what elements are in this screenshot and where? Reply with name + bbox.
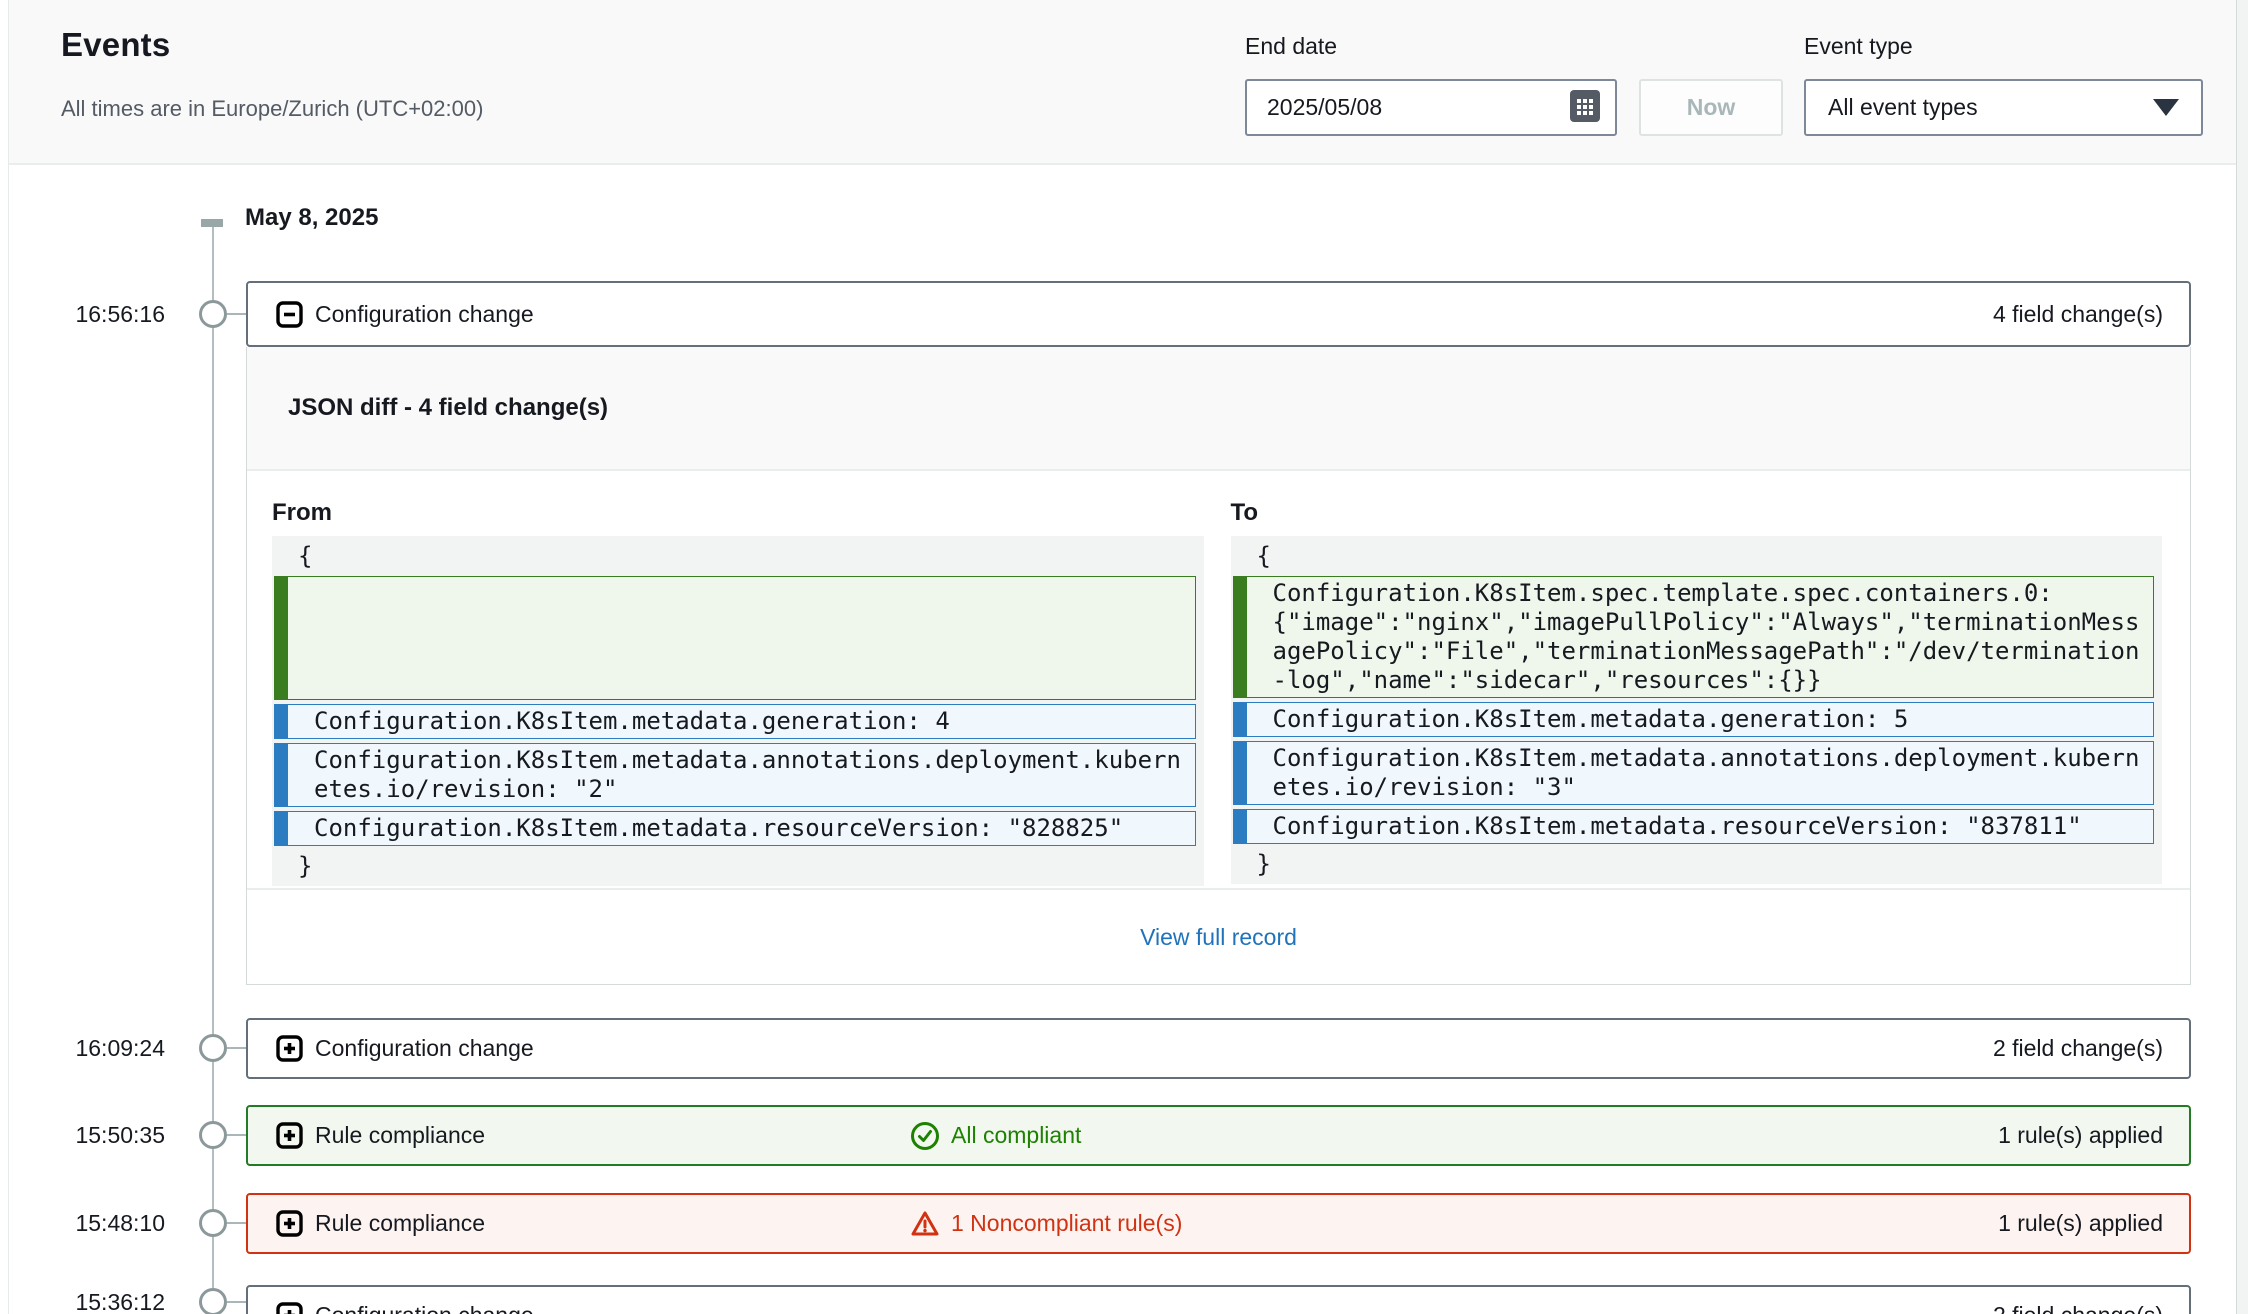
event-time: 15:36:12: [40, 1288, 165, 1314]
end-date-field[interactable]: [1245, 79, 1617, 136]
timeline-connector: [227, 1134, 246, 1136]
timeline-connector: [227, 1301, 246, 1303]
event-type-title: Configuration change: [315, 1302, 534, 1314]
expand-icon[interactable]: [276, 1035, 303, 1062]
vertical-scrollbar[interactable]: [2236, 0, 2248, 1314]
event-card-config-change[interactable]: Configuration change 2 field change(s): [246, 1018, 2191, 1079]
timezone-note: All times are in Europe/Zurich (UTC+02:0…: [61, 96, 483, 122]
event-type-title: Configuration change: [315, 301, 534, 328]
expand-icon[interactable]: [276, 1210, 303, 1237]
page-title: Events: [61, 26, 170, 64]
page-left-border: [8, 0, 9, 1314]
event-card-rule-compliance-ok[interactable]: Rule compliance All compliant 1 rule(s) …: [246, 1105, 2191, 1166]
timeline-dot: [199, 1034, 227, 1062]
timeline-connector: [227, 313, 246, 315]
timeline-dot: [199, 1209, 227, 1237]
event-type-title: Configuration change: [315, 1035, 534, 1062]
event-type-title: Rule compliance: [315, 1122, 485, 1149]
now-button[interactable]: Now: [1639, 79, 1783, 136]
event-type-select[interactable]: All event types: [1804, 79, 2203, 136]
to-label: To: [1231, 499, 2163, 527]
timeline-line: [212, 224, 214, 1314]
compliance-status: All compliant: [910, 1121, 1081, 1151]
diff-row-added-empty: [274, 576, 1196, 700]
check-circle-icon: [910, 1121, 940, 1151]
compliance-status: 1 Noncompliant rule(s): [910, 1209, 1182, 1239]
diff-row: Configuration.K8sItem.metadata.generatio…: [1233, 702, 2155, 737]
header-band: Events All times are in Europe/Zurich (U…: [9, 0, 2236, 165]
diff-row-added: Configuration.K8sItem.spec.template.spec…: [1233, 576, 2155, 698]
timeline-dot: [199, 1121, 227, 1149]
from-label: From: [272, 499, 1204, 527]
end-date-label: End date: [1245, 33, 1337, 60]
expand-icon[interactable]: [276, 1302, 303, 1314]
event-card-config-change[interactable]: Configuration change 2 field change(s): [246, 1285, 2191, 1314]
from-code-block: { Configuration.K8sItem.metadata.generat…: [272, 536, 1204, 886]
timeline-start-marker: [201, 219, 223, 227]
diff-row: Configuration.K8sItem.metadata.annotatio…: [1233, 741, 2155, 805]
compliance-status-text: 1 Noncompliant rule(s): [951, 1210, 1182, 1237]
end-date-input[interactable]: [1267, 94, 1569, 121]
event-type-label: Event type: [1804, 33, 1913, 60]
timeline-dot: [199, 1288, 227, 1314]
diff-from-column: From { Configuration.K8sItem.metadata.ge…: [272, 499, 1204, 886]
timeline-connector: [227, 1047, 246, 1049]
event-type-value: All event types: [1828, 94, 1978, 121]
event-badge: 1 rule(s) applied: [1998, 1210, 2163, 1237]
event-time: 15:50:35: [40, 1121, 165, 1149]
event-badge: 2 field change(s): [1993, 1035, 2163, 1062]
view-full-record-row: View full record: [247, 888, 2190, 984]
json-diff-title: JSON diff - 4 field change(s): [247, 347, 2190, 471]
event-badge: 4 field change(s): [1993, 301, 2163, 328]
event-card-config-change-expanded[interactable]: Configuration change 4 field change(s): [246, 281, 2191, 347]
diff-to-column: To { Configuration.K8sItem.spec.template…: [1231, 499, 2163, 886]
to-code-block: { Configuration.K8sItem.spec.template.sp…: [1231, 536, 2163, 884]
view-full-record-link[interactable]: View full record: [1140, 924, 1297, 951]
collapse-icon[interactable]: [276, 301, 303, 328]
compliance-status-text: All compliant: [951, 1122, 1081, 1149]
diff-row: Configuration.K8sItem.metadata.generatio…: [274, 704, 1196, 739]
diff-row: Configuration.K8sItem.metadata.resourceV…: [1233, 809, 2155, 844]
timeline-connector: [227, 1222, 246, 1224]
event-card-rule-compliance-fail[interactable]: Rule compliance 1 Noncompliant rule(s) 1…: [246, 1193, 2191, 1254]
timeline-dot: [199, 300, 227, 328]
warning-triangle-icon: [910, 1209, 940, 1239]
event-time: 15:48:10: [40, 1209, 165, 1237]
event-time: 16:56:16: [40, 300, 165, 328]
chevron-down-icon: [2153, 99, 2179, 116]
event-badge: 2 field change(s): [1993, 1302, 2163, 1314]
json-diff-panel: JSON diff - 4 field change(s) From { Con…: [246, 347, 2191, 985]
diff-row: Configuration.K8sItem.metadata.resourceV…: [274, 811, 1196, 846]
event-time: 16:09:24: [40, 1034, 165, 1062]
events-page: Events All times are in Europe/Zurich (U…: [0, 0, 2248, 1314]
event-badge: 1 rule(s) applied: [1998, 1122, 2163, 1149]
calendar-icon[interactable]: [1569, 87, 1601, 128]
diff-row: Configuration.K8sItem.metadata.annotatio…: [274, 743, 1196, 807]
expand-icon[interactable]: [276, 1122, 303, 1149]
timeline-date-header: May 8, 2025: [245, 204, 378, 232]
event-type-title: Rule compliance: [315, 1210, 485, 1237]
